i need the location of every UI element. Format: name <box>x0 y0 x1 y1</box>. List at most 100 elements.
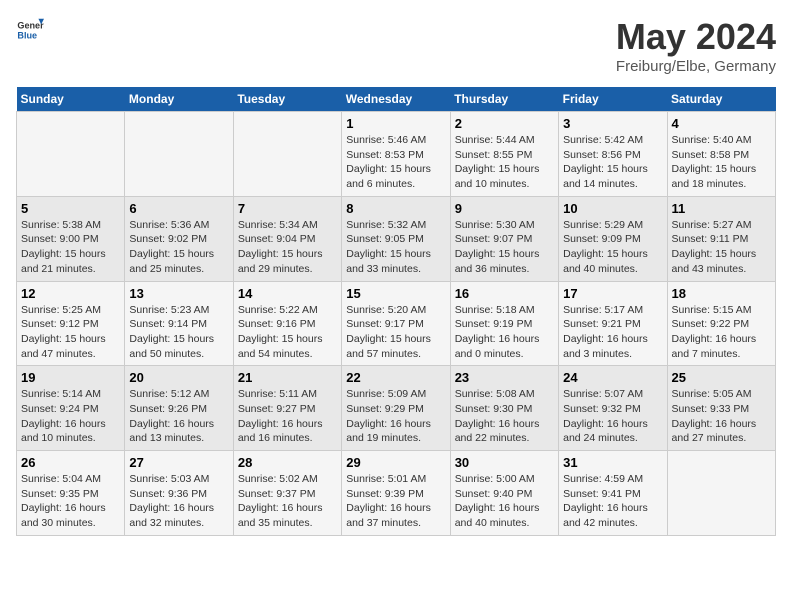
day-info: Sunrise: 5:09 AM Sunset: 9:29 PM Dayligh… <box>346 387 445 446</box>
month-title: May 2024 <box>616 16 776 58</box>
empty-cell <box>667 451 775 536</box>
day-number: 8 <box>346 201 445 216</box>
weekday-header-thursday: Thursday <box>450 87 558 112</box>
day-info: Sunrise: 5:20 AM Sunset: 9:17 PM Dayligh… <box>346 303 445 362</box>
calendar-day-6: 6 Sunrise: 5:36 AM Sunset: 9:02 PM Daylig… <box>125 196 233 281</box>
calendar-week-row: 12Sunrise: 5:25 AM Sunset: 9:12 PM Dayli… <box>17 281 776 366</box>
day-number: 29 <box>346 455 445 470</box>
day-number: 27 <box>129 455 228 470</box>
calendar-day-28: 28Sunrise: 5:02 AM Sunset: 9:37 PM Dayli… <box>233 451 341 536</box>
day-info: Sunrise: 5:01 AM Sunset: 9:39 PM Dayligh… <box>346 472 445 531</box>
calendar-day-15: 15 Sunrise: 5:20 AM Sunset: 9:17 PM Dayli… <box>342 281 450 366</box>
day-number: 18 <box>672 286 771 301</box>
day-info: Sunrise: 5:23 AM Sunset: 9:14 PM Dayligh… <box>129 303 228 362</box>
day-info: Sunrise: 5:22 AM Sunset: 9:16 PM Dayligh… <box>238 303 337 362</box>
svg-text:General: General <box>17 21 44 31</box>
day-number: 23 <box>455 370 554 385</box>
calendar-day-13: 13 Sunrise: 5:23 AM Sunset: 9:14 PM Dayli… <box>125 281 233 366</box>
calendar-day-21: 21 Sunrise: 5:11 AM Sunset: 9:27 PM Dayli… <box>233 366 341 451</box>
day-info: Sunrise: 5:05 AM Sunset: 9:33 PM Dayligh… <box>672 387 771 446</box>
weekday-header-friday: Friday <box>559 87 667 112</box>
calendar-day-31: 31Sunrise: 4:59 AM Sunset: 9:41 PM Dayli… <box>559 451 667 536</box>
day-number: 17 <box>563 286 662 301</box>
calendar-day-14: 14 Sunrise: 5:22 AM Sunset: 9:16 PM Dayli… <box>233 281 341 366</box>
day-number: 4 <box>672 116 771 131</box>
day-number: 5 <box>21 201 120 216</box>
svg-text:Blue: Blue <box>17 30 37 40</box>
day-number: 6 <box>129 201 228 216</box>
calendar-week-row: 19 Sunrise: 5:14 AM Sunset: 9:24 PM Dayli… <box>17 366 776 451</box>
day-info: Sunrise: 5:12 AM Sunset: 9:26 PM Dayligh… <box>129 387 228 446</box>
calendar-day-7: 7Sunrise: 5:34 AM Sunset: 9:04 PM Daylig… <box>233 196 341 281</box>
calendar-day-4: 4 Sunrise: 5:40 AM Sunset: 8:58 PM Daylig… <box>667 112 775 197</box>
day-number: 1 <box>346 116 445 131</box>
calendar-day-19: 19 Sunrise: 5:14 AM Sunset: 9:24 PM Dayli… <box>17 366 125 451</box>
logo-icon: General Blue <box>16 16 44 44</box>
day-number: 19 <box>21 370 120 385</box>
day-info: Sunrise: 5:42 AM Sunset: 8:56 PM Dayligh… <box>563 133 662 192</box>
day-number: 22 <box>346 370 445 385</box>
calendar-day-26: 26Sunrise: 5:04 AM Sunset: 9:35 PM Dayli… <box>17 451 125 536</box>
day-info: Sunrise: 5:07 AM Sunset: 9:32 PM Dayligh… <box>563 387 662 446</box>
calendar-day-30: 30Sunrise: 5:00 AM Sunset: 9:40 PM Dayli… <box>450 451 558 536</box>
calendar-week-row: 1 Sunrise: 5:46 AM Sunset: 8:53 PM Daylig… <box>17 112 776 197</box>
title-block: May 2024 Freiburg/Elbe, Germany <box>616 16 776 75</box>
day-number: 21 <box>238 370 337 385</box>
day-number: 20 <box>129 370 228 385</box>
location-title: Freiburg/Elbe, Germany <box>616 58 776 75</box>
day-number: 14 <box>238 286 337 301</box>
day-number: 28 <box>238 455 337 470</box>
empty-cell <box>125 112 233 197</box>
day-number: 25 <box>672 370 771 385</box>
day-info: Sunrise: 5:40 AM Sunset: 8:58 PM Dayligh… <box>672 133 771 192</box>
calendar-day-12: 12Sunrise: 5:25 AM Sunset: 9:12 PM Dayli… <box>17 281 125 366</box>
day-info: Sunrise: 5:27 AM Sunset: 9:11 PM Dayligh… <box>672 218 771 277</box>
day-number: 9 <box>455 201 554 216</box>
day-info: Sunrise: 5:11 AM Sunset: 9:27 PM Dayligh… <box>238 387 337 446</box>
calendar-day-24: 24 Sunrise: 5:07 AM Sunset: 9:32 PM Dayli… <box>559 366 667 451</box>
day-info: Sunrise: 5:03 AM Sunset: 9:36 PM Dayligh… <box>129 472 228 531</box>
weekday-header-monday: Monday <box>125 87 233 112</box>
calendar-day-8: 8Sunrise: 5:32 AM Sunset: 9:05 PM Daylig… <box>342 196 450 281</box>
day-info: Sunrise: 5:30 AM Sunset: 9:07 PM Dayligh… <box>455 218 554 277</box>
day-info: Sunrise: 5:17 AM Sunset: 9:21 PM Dayligh… <box>563 303 662 362</box>
day-info: Sunrise: 5:44 AM Sunset: 8:55 PM Dayligh… <box>455 133 554 192</box>
day-info: Sunrise: 5:15 AM Sunset: 9:22 PM Dayligh… <box>672 303 771 362</box>
day-number: 16 <box>455 286 554 301</box>
day-info: Sunrise: 5:36 AM Sunset: 9:02 PM Dayligh… <box>129 218 228 277</box>
calendar-day-17: 17 Sunrise: 5:17 AM Sunset: 9:21 PM Dayli… <box>559 281 667 366</box>
calendar-day-2: 2Sunrise: 5:44 AM Sunset: 8:55 PM Daylig… <box>450 112 558 197</box>
calendar-week-row: 5 Sunrise: 5:38 AM Sunset: 9:00 PM Daylig… <box>17 196 776 281</box>
calendar-day-25: 25 Sunrise: 5:05 AM Sunset: 9:33 PM Dayli… <box>667 366 775 451</box>
calendar-day-10: 10 Sunrise: 5:29 AM Sunset: 9:09 PM Dayli… <box>559 196 667 281</box>
calendar-day-16: 16Sunrise: 5:18 AM Sunset: 9:19 PM Dayli… <box>450 281 558 366</box>
calendar-day-5: 5 Sunrise: 5:38 AM Sunset: 9:00 PM Daylig… <box>17 196 125 281</box>
day-number: 15 <box>346 286 445 301</box>
page-header: General Blue May 2024 Freiburg/Elbe, Ger… <box>16 16 776 75</box>
day-info: Sunrise: 5:04 AM Sunset: 9:35 PM Dayligh… <box>21 472 120 531</box>
day-info: Sunrise: 5:29 AM Sunset: 9:09 PM Dayligh… <box>563 218 662 277</box>
calendar-day-23: 23Sunrise: 5:08 AM Sunset: 9:30 PM Dayli… <box>450 366 558 451</box>
weekday-header-wednesday: Wednesday <box>342 87 450 112</box>
calendar-day-9: 9 Sunrise: 5:30 AM Sunset: 9:07 PM Daylig… <box>450 196 558 281</box>
weekday-header-row: SundayMondayTuesdayWednesdayThursdayFrid… <box>17 87 776 112</box>
day-info: Sunrise: 5:14 AM Sunset: 9:24 PM Dayligh… <box>21 387 120 446</box>
day-number: 13 <box>129 286 228 301</box>
day-number: 24 <box>563 370 662 385</box>
day-info: Sunrise: 5:46 AM Sunset: 8:53 PM Dayligh… <box>346 133 445 192</box>
weekday-header-tuesday: Tuesday <box>233 87 341 112</box>
calendar-day-20: 20 Sunrise: 5:12 AM Sunset: 9:26 PM Dayli… <box>125 366 233 451</box>
calendar-week-row: 26Sunrise: 5:04 AM Sunset: 9:35 PM Dayli… <box>17 451 776 536</box>
calendar-day-3: 3Sunrise: 5:42 AM Sunset: 8:56 PM Daylig… <box>559 112 667 197</box>
day-number: 7 <box>238 201 337 216</box>
empty-cell <box>233 112 341 197</box>
calendar-day-11: 11Sunrise: 5:27 AM Sunset: 9:11 PM Dayli… <box>667 196 775 281</box>
weekday-header-sunday: Sunday <box>17 87 125 112</box>
day-info: Sunrise: 5:38 AM Sunset: 9:00 PM Dayligh… <box>21 218 120 277</box>
calendar-day-29: 29 Sunrise: 5:01 AM Sunset: 9:39 PM Dayli… <box>342 451 450 536</box>
day-number: 30 <box>455 455 554 470</box>
day-number: 10 <box>563 201 662 216</box>
calendar-day-18: 18 Sunrise: 5:15 AM Sunset: 9:22 PM Dayli… <box>667 281 775 366</box>
calendar-day-22: 22 Sunrise: 5:09 AM Sunset: 9:29 PM Dayli… <box>342 366 450 451</box>
empty-cell <box>17 112 125 197</box>
